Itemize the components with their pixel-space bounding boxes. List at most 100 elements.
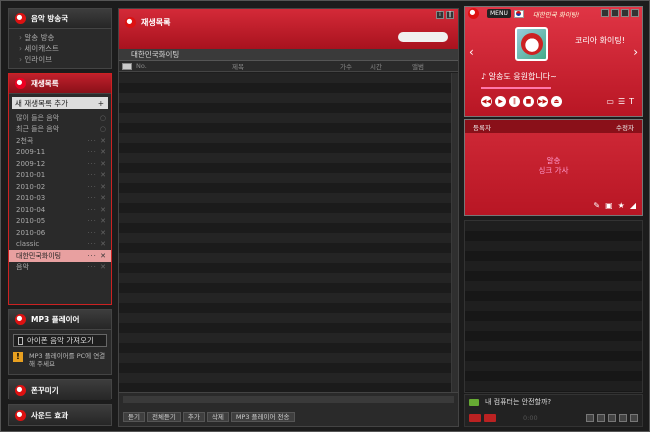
stop-icon[interactable]: ■: [523, 96, 534, 107]
sound-effect-header[interactable]: 사운드 효과: [9, 405, 111, 425]
video-icon[interactable]: ▭: [606, 97, 614, 106]
playlist-item-controls[interactable]: ··· ✕: [87, 148, 107, 156]
playlist-item-controls[interactable]: ··· ✕: [87, 217, 107, 225]
playlist-item-controls[interactable]: ··· ✕: [87, 171, 107, 179]
playlist-item-label: 2009-12: [16, 159, 46, 168]
playlist-item-controls[interactable]: ··· ✕: [87, 160, 107, 168]
playlist-item-label: 2천곡: [16, 136, 34, 145]
warning-icon: !: [13, 352, 23, 362]
playlist-item-controls[interactable]: ··· ✕: [87, 137, 107, 145]
time-display: 0:00: [523, 414, 538, 422]
close-icon[interactable]: [631, 9, 639, 17]
col-time[interactable]: 시간: [370, 61, 412, 71]
side-list[interactable]: [464, 220, 643, 393]
playlist-item-controls[interactable]: ··· ✕: [87, 206, 107, 214]
resize-icon[interactable]: ◢: [630, 201, 636, 210]
playlist-item-controls[interactable]: ○: [100, 125, 107, 133]
playlist-item[interactable]: 2010-06 ··· ✕: [9, 227, 111, 239]
col-title[interactable]: 제목: [232, 61, 340, 71]
safety-check[interactable]: 내 컴퓨터는 안전할까?: [469, 397, 551, 407]
pause-icon[interactable]: ‖: [446, 11, 454, 19]
playlist-item[interactable]: 최근 들은 음악 ○: [9, 124, 111, 136]
playlist-icon: [15, 78, 26, 89]
broadcast-header[interactable]: 음악 방송국: [9, 9, 111, 29]
playlist-item[interactable]: 2009-12 ··· ✕: [9, 158, 111, 170]
grid-icon[interactable]: [608, 414, 616, 422]
list-icon[interactable]: ☰: [618, 97, 625, 106]
track-list[interactable]: [119, 73, 452, 393]
add-playlist-label: 새 재생목록 추가: [15, 98, 69, 108]
playlist-item[interactable]: 2010-03 ··· ✕: [9, 193, 111, 205]
pause-button-icon[interactable]: ‖: [509, 96, 520, 107]
listen-button[interactable]: 듣기: [123, 412, 145, 422]
add-button[interactable]: 추가: [182, 412, 205, 422]
playlist-item-label: 음악: [16, 263, 29, 272]
vertical-scrollbar[interactable]: [451, 73, 458, 393]
menu-button[interactable]: MENU: [487, 9, 511, 18]
broadcast-item-alsong[interactable]: 알송 방송: [19, 32, 111, 43]
playlist-item[interactable]: 많이 들은 음악 ○: [9, 112, 111, 124]
horizontal-scrollbar[interactable]: [123, 396, 454, 403]
playlist-item-controls[interactable]: ··· ✕: [87, 183, 107, 191]
star-icon[interactable]: ★: [618, 201, 625, 210]
mini-toggle-icon[interactable]: [469, 414, 481, 422]
playlist-item[interactable]: 음악 ··· ✕: [9, 262, 111, 274]
footer-icons: 0:00: [469, 414, 538, 422]
rewind-icon[interactable]: ◀◀: [481, 96, 492, 107]
col-no[interactable]: No.: [136, 62, 232, 70]
phone-deco-section[interactable]: 폰꾸미기: [8, 379, 112, 400]
zoom-in-icon[interactable]: [586, 414, 594, 422]
playlist-item[interactable]: 2010-04 ··· ✕: [9, 204, 111, 216]
playlist-item-controls[interactable]: ··· ✕: [87, 229, 107, 237]
now-playing-text: ♪ 알송도 응원합니다~: [481, 71, 557, 82]
play-icon[interactable]: ▶: [495, 96, 506, 107]
search-input[interactable]: [398, 32, 448, 42]
eject-icon[interactable]: ⏏: [551, 96, 562, 107]
phone-deco-header[interactable]: 폰꾸미기: [9, 380, 111, 400]
playlist-item-controls[interactable]: ··· ✕: [87, 240, 107, 248]
select-all-checkbox[interactable]: [122, 62, 132, 70]
playlist-item[interactable]: 2010-01 ··· ✕: [9, 170, 111, 182]
iphone-import-button[interactable]: 아이폰 음악 가져오기: [13, 334, 107, 347]
sound-effect-section[interactable]: 사운드 효과: [8, 404, 112, 426]
forward-icon[interactable]: ▶▶: [537, 96, 548, 107]
next-arrow-icon[interactable]: ›: [633, 45, 638, 59]
info-icon[interactable]: i: [436, 11, 444, 19]
playlist-item-controls[interactable]: ··· ✕: [87, 194, 107, 202]
lyrics-toggle-icon[interactable]: T: [629, 97, 634, 106]
col-album[interactable]: 앨범: [412, 61, 452, 71]
playlist-item[interactable]: 2009-11 ··· ✕: [9, 147, 111, 159]
playlist-panel-header: 재생목록 i ‖: [119, 9, 458, 49]
save-icon[interactable]: ▣: [605, 201, 613, 210]
mode-icon[interactable]: [484, 414, 496, 422]
minimize-icon[interactable]: [611, 9, 619, 17]
mp3-section: MP3 플레이어 아이폰 음악 가져오기 ! MP3 플레이어를 PC에 연결해 …: [8, 309, 112, 375]
delete-button[interactable]: 삭제: [206, 412, 229, 422]
library-icon[interactable]: [619, 414, 627, 422]
seek-bar[interactable]: [481, 87, 551, 89]
skin-icon[interactable]: [601, 9, 609, 17]
restore-icon[interactable]: [621, 9, 629, 17]
add-playlist-button[interactable]: 새 재생목록 추가 +: [12, 97, 108, 109]
broadcast-item-saycast[interactable]: 세이캐스트: [19, 43, 111, 54]
mp3-header[interactable]: MP3 플레이어: [9, 310, 111, 330]
playlist-item[interactable]: classic ··· ✕: [9, 239, 111, 251]
prev-arrow-icon[interactable]: ‹: [469, 45, 474, 59]
playlist-item[interactable]: 2010-02 ··· ✕: [9, 181, 111, 193]
search-icon[interactable]: [630, 414, 638, 422]
playlist-section: 재생목록 새 재생목록 추가 + 많이 들은 음악 ○ 최근 들은 음악 ○ 2천곡 ···…: [8, 73, 112, 305]
iphone-import-label: 아이폰 음악 가져오기: [27, 336, 94, 345]
edit-icon[interactable]: ✎: [593, 201, 600, 210]
playlist-header[interactable]: 재생목록: [9, 74, 111, 94]
playlist-item-controls[interactable]: ○: [100, 114, 107, 122]
zoom-out-icon[interactable]: [597, 414, 605, 422]
listen-all-button[interactable]: 전체듣기: [146, 412, 181, 422]
playlist-item[interactable]: 대한민국화이팅 ··· ✕: [9, 250, 111, 262]
playlist-item[interactable]: 2010-05 ··· ✕: [9, 216, 111, 228]
col-artist[interactable]: 가수: [340, 61, 370, 71]
playlist-item-controls[interactable]: ··· ✕: [87, 263, 107, 271]
playlist-item-controls[interactable]: ··· ✕: [87, 252, 107, 260]
playlist-item[interactable]: 2천곡 ··· ✕: [9, 135, 111, 147]
mp3-send-button[interactable]: MP3 플레이어 전송: [230, 412, 295, 422]
broadcast-item-inlive[interactable]: 인라이브: [19, 54, 111, 65]
